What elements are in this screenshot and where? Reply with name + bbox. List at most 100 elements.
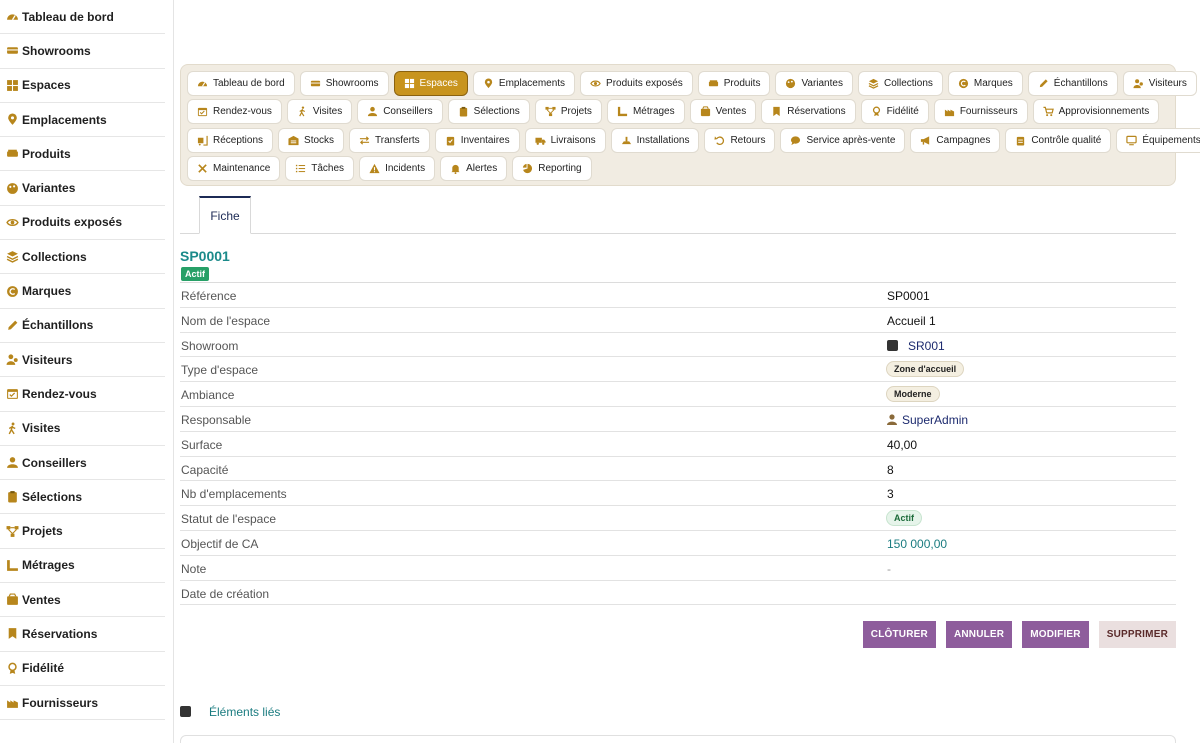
module-tab[interactable]: Conseillers: [357, 99, 443, 125]
module-tab[interactable]: Réceptions: [187, 127, 274, 153]
module-tab[interactable]: Emplacements: [472, 71, 576, 96]
cloturer-button[interactable]: CLÔTURER: [862, 621, 936, 648]
module-tab[interactable]: Visites: [286, 99, 353, 125]
sidebar-item-8[interactable]: Marques: [0, 274, 165, 309]
users-icon: [6, 353, 19, 366]
module-tab[interactable]: Tâches: [285, 155, 355, 181]
statut-chip: Actif: [886, 510, 922, 527]
module-tab[interactable]: Campagnes: [910, 127, 1001, 153]
pencil-icon: [6, 319, 19, 332]
module-tab[interactable]: Showrooms: [299, 71, 389, 96]
sidebar-item-4[interactable]: Produits: [0, 137, 165, 172]
linked-elements-title[interactable]: Éléments liés: [209, 705, 280, 719]
module-tab-label: Approvisionnements: [1058, 106, 1150, 118]
module-tab[interactable]: Inventaires: [434, 127, 520, 153]
annuler-button[interactable]: ANNULER: [945, 621, 1013, 648]
module-tab-label: Visites: [312, 106, 343, 118]
supprimer-button[interactable]: SUPPRIMER: [1098, 621, 1176, 648]
module-tab[interactable]: Réservations: [761, 99, 856, 125]
field-row-statut: Statut de l'espace Actif: [180, 506, 1176, 531]
sidebar-item-11[interactable]: Rendez-vous: [0, 377, 165, 412]
module-tab-label: Échantillons: [1053, 78, 1108, 89]
module-tab-label: Incidents: [385, 162, 426, 174]
sidebar-item-9[interactable]: Échantillons: [0, 309, 165, 343]
module-tab[interactable]: Métrages: [606, 99, 685, 125]
field-label: Objectif de CA: [181, 536, 259, 551]
linked-elements-header[interactable]: Éléments liés: [180, 705, 280, 719]
module-tab[interactable]: Livraisons: [524, 127, 606, 153]
module-tab-label: Showrooms: [325, 78, 379, 89]
module-tab-label: Équipements: [1142, 134, 1200, 146]
module-tab[interactable]: Produits exposés: [580, 71, 693, 96]
module-tab[interactable]: Espaces: [393, 71, 468, 96]
module-tab[interactable]: Équipements: [1116, 127, 1200, 153]
module-tab[interactable]: Visiteurs: [1122, 71, 1197, 96]
record-subtabs: Fiche: [180, 196, 1176, 234]
calendar-icon: [6, 387, 19, 400]
brand-icon: [958, 78, 969, 89]
sidebar-item-19[interactable]: Fidélité: [0, 652, 165, 686]
sidebar-item-3[interactable]: Emplacements: [0, 103, 165, 138]
sidebar-item-label: Conseillers: [22, 455, 87, 470]
module-tab[interactable]: Sélections: [447, 99, 530, 125]
module-tab[interactable]: Contrôle qualité: [1005, 127, 1112, 153]
module-tab[interactable]: Fournisseurs: [933, 99, 1028, 125]
module-tab[interactable]: Produits: [697, 71, 771, 96]
module-tab[interactable]: Marques: [947, 71, 1023, 96]
module-tab[interactable]: Ventes: [689, 99, 757, 125]
sidebar-item-label: Espaces: [22, 78, 71, 93]
responsable-link-text[interactable]: SuperAdmin: [902, 413, 968, 427]
sidebar-item-15[interactable]: Projets: [0, 514, 165, 549]
sidebar-item-1[interactable]: Showrooms: [0, 34, 165, 69]
showroom-link-text[interactable]: SR001: [908, 339, 945, 353]
field-label: Référence: [181, 289, 237, 303]
sidebar-item-17[interactable]: Ventes: [0, 583, 165, 618]
palette-icon: [6, 182, 19, 195]
modifier-button[interactable]: MODIFIER: [1022, 621, 1089, 648]
brand-icon: [6, 285, 19, 298]
wrench-icon: [197, 163, 208, 174]
module-tab[interactable]: Reporting: [512, 155, 592, 181]
module-tab[interactable]: Approvisionnements: [1032, 99, 1160, 125]
main-content: Tableau de bord Showrooms Espaces Emplaceme…: [180, 0, 1200, 743]
factory-icon: [6, 696, 19, 709]
sidebar-item-10[interactable]: Visiteurs: [0, 343, 165, 378]
sidebar-item-16[interactable]: Métrages: [0, 549, 165, 584]
sidebar-item-5[interactable]: Variantes: [0, 171, 165, 206]
module-tab[interactable]: Projets: [534, 99, 602, 125]
module-tab[interactable]: Tableau de bord: [187, 71, 295, 96]
sidebar-item-12[interactable]: Visites: [0, 412, 165, 446]
module-tab-bar: Tableau de bord Showrooms Espaces Emplaceme…: [180, 64, 1200, 186]
module-tab[interactable]: Transferts: [349, 127, 430, 153]
module-tab[interactable]: Retours: [704, 127, 776, 153]
users-icon: [1133, 78, 1144, 89]
sidebar-item-14[interactable]: Sélections: [0, 480, 165, 515]
module-tab[interactable]: Rendez-vous: [187, 99, 282, 125]
sidebar-item-18[interactable]: Réservations: [0, 617, 165, 652]
module-tab[interactable]: Installations: [610, 127, 700, 153]
module-tab[interactable]: Maintenance: [187, 155, 281, 181]
sidebar-item-0[interactable]: Tableau de bord: [0, 0, 165, 35]
sidebar-item-7[interactable]: Collections: [0, 240, 165, 275]
sidebar-item-label: Collections: [22, 249, 87, 264]
module-tab[interactable]: Stocks: [278, 127, 345, 153]
field-row-responsable: Responsable SuperAdmin: [180, 407, 1176, 432]
sidebar-item-20[interactable]: Fournisseurs: [0, 686, 165, 721]
module-tab[interactable]: Service après-vente: [780, 127, 906, 153]
module-tab[interactable]: Collections: [857, 71, 943, 96]
module-tab[interactable]: Incidents: [359, 155, 436, 181]
sidebar-item-6[interactable]: Produits exposés: [0, 206, 165, 241]
module-tab[interactable]: Alertes: [440, 155, 508, 181]
showroom-link[interactable]: SR001: [887, 339, 945, 353]
sidebar-item-13[interactable]: Conseillers: [0, 446, 165, 481]
tab-fiche[interactable]: Fiche: [199, 196, 251, 234]
module-tab[interactable]: Échantillons: [1027, 71, 1118, 96]
module-tab-label: Produits: [723, 78, 761, 89]
ruler-icon: [617, 106, 628, 117]
clipboard-list-icon: [1015, 135, 1026, 146]
responsable-link[interactable]: SuperAdmin: [887, 413, 968, 427]
layers-icon: [6, 250, 19, 263]
module-tab[interactable]: Fidélité: [860, 99, 929, 125]
sidebar-item-2[interactable]: Espaces: [0, 69, 165, 103]
module-tab[interactable]: Variantes: [775, 71, 853, 96]
